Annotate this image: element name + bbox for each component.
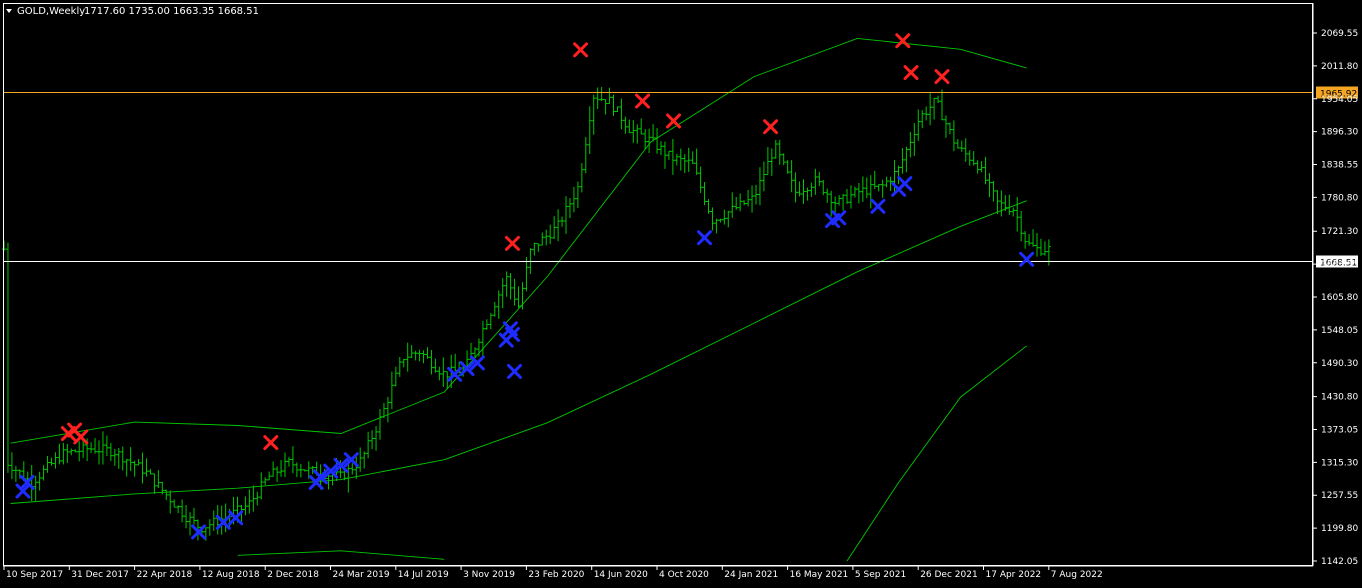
price-tick-label: 1315.30	[1321, 458, 1358, 468]
time-tick-label: 24 Mar 2019	[333, 570, 390, 580]
price-tick-label: 2011.80	[1321, 62, 1358, 72]
ohlc-label: 1717.60 1735.00 1663.35 1668.51	[84, 6, 259, 17]
time-tick-label: 26 Dec 2021	[920, 570, 978, 580]
time-tick-label: 23 Feb 2020	[528, 570, 584, 580]
price-tick-label: 1605.80	[1321, 293, 1358, 303]
price-tick-label: 1142.05	[1321, 557, 1358, 567]
price-tick-label: 1896.30	[1321, 128, 1358, 138]
time-tick-label: 14 Jun 2020	[594, 570, 648, 580]
price-tick-label: 1954.05	[1321, 95, 1358, 105]
time-tick-label: 24 Jan 2021	[724, 570, 778, 580]
time-tick-label: 22 Apr 2018	[137, 570, 193, 580]
time-tick-label: 31 Dec 2017	[71, 570, 129, 580]
time-tick-label: 17 Apr 2022	[986, 570, 1042, 580]
price-tick-label: 1838.55	[1321, 161, 1358, 171]
time-tick-label: 16 May 2021	[790, 570, 849, 580]
time-tick-label: 3 Nov 2019	[463, 570, 515, 580]
price-tick-label: 1257.55	[1321, 491, 1358, 501]
price-tick-label: 2069.55	[1321, 29, 1358, 39]
price-tick-label: 1663.55	[1321, 260, 1358, 270]
time-tick-label: 12 Aug 2018	[202, 570, 260, 580]
price-tick-label: 1548.05	[1321, 326, 1358, 336]
price-tick-label: 1199.80	[1321, 524, 1358, 534]
chart-background	[0, 0, 1362, 584]
time-tick-label: 14 Jul 2019	[398, 570, 449, 580]
price-tick-label: 1373.05	[1321, 425, 1358, 435]
time-tick-label: 10 Sep 2017	[6, 570, 63, 580]
price-chart[interactable]: 1965.921668.51 2069.552011.801954.051896…	[0, 0, 1362, 584]
price-tick-label: 1490.30	[1321, 359, 1358, 369]
symbol-timeframe-label: GOLD,Weekly	[17, 6, 85, 17]
chart-header: GOLD,Weekly 1717.60 1735.00 1663.35 1668…	[6, 6, 259, 17]
price-tick-label: 1430.80	[1321, 393, 1358, 403]
time-tick-label: 7 Aug 2022	[1051, 570, 1103, 580]
time-tick-label: 5 Sep 2021	[855, 570, 906, 580]
time-tick-label: 4 Oct 2020	[659, 570, 709, 580]
time-tick-label: 2 Dec 2018	[267, 570, 319, 580]
price-tick-label: 1721.30	[1321, 227, 1358, 237]
chart-window[interactable]: 1965.92 1668.51 2069.55 2011.80 1954.05 1896…	[0, 0, 1362, 584]
price-tick-label: 1780.80	[1321, 193, 1358, 203]
